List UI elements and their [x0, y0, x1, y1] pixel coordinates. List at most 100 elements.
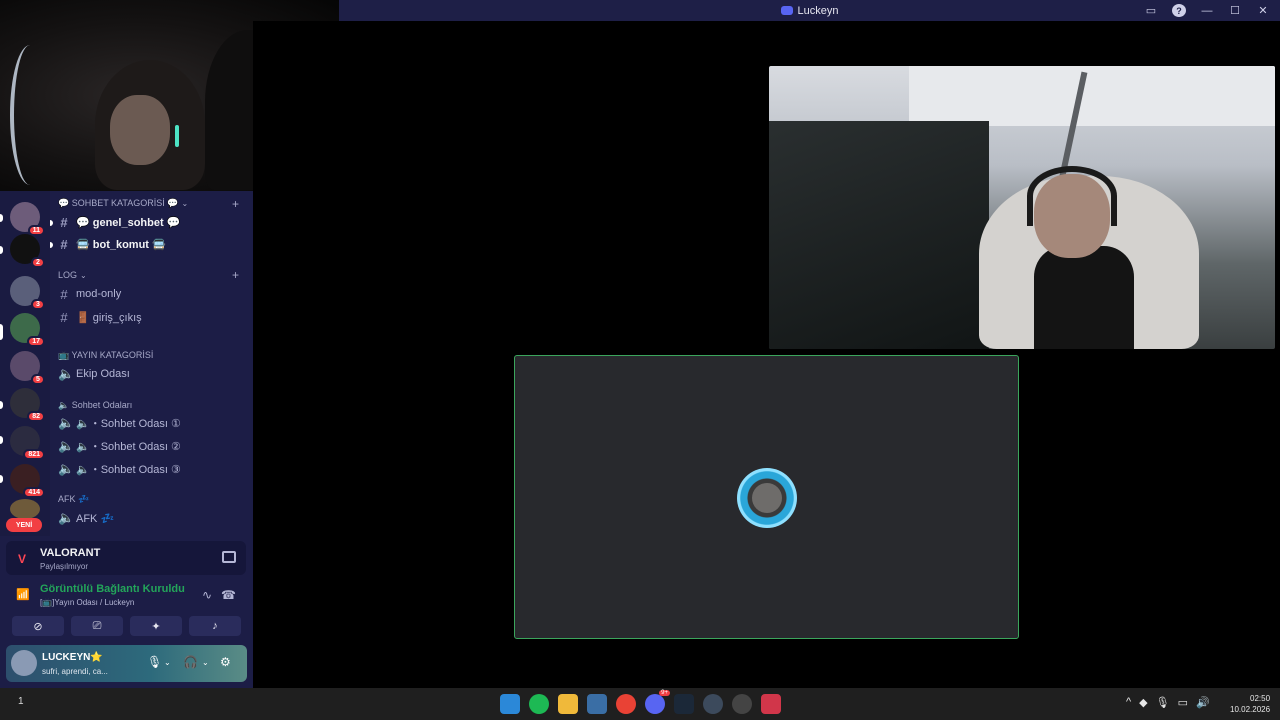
server-icon[interactable]: 17 [10, 313, 45, 347]
hash-icon: # [60, 286, 68, 302]
person-face [110, 95, 170, 165]
add-channel-icon[interactable]: + [232, 268, 239, 282]
category-log[interactable]: LOG ⌄ + [58, 268, 239, 282]
mention-badge: 17 [27, 336, 45, 347]
server-icon[interactable]: 414 [10, 464, 45, 498]
hash-icon: # [60, 236, 68, 252]
person-shirt [1034, 246, 1134, 349]
window-controls: ▭ ? — ☐ ✕ [1144, 0, 1270, 21]
activities-button[interactable]: ✦ [130, 616, 182, 636]
background-shelf [769, 121, 989, 349]
activities-icon: ✦ [151, 620, 161, 633]
system-tray: ^ ◆ 🎙 ▭ 🔊 [1126, 696, 1210, 709]
add-channel-icon[interactable]: + [232, 197, 239, 211]
volume-icon[interactable]: 🔊 [1196, 696, 1210, 709]
category-sohbet-odalari[interactable]: 🔈 Sohbet Odaları [58, 400, 132, 411]
server-icon[interactable] [10, 499, 40, 519]
discord-icon[interactable]: 9+ [645, 690, 670, 714]
server-icon[interactable]: 5 [10, 351, 45, 385]
category-sohbet[interactable]: 💬 SOHBET KATAGORİSİ 💬 ⌄ + [58, 197, 239, 211]
category-yayin[interactable]: 📺 YAYIN KATAGORİSİ [58, 350, 153, 361]
valorant-icon: V [18, 552, 27, 566]
date: 10.02.2026 [1230, 705, 1271, 714]
activity-card[interactable]: V VALORANT Paylaşılmıyor [6, 541, 246, 575]
server-icon[interactable]: 2 [10, 234, 45, 268]
mention-badge: 5 [31, 374, 45, 385]
taskbar-apps: 9+ [500, 690, 781, 714]
speaker-icon: 🔈 [58, 438, 75, 453]
mention-badge: 82 [27, 411, 45, 422]
participant-avatar-tile[interactable] [514, 355, 1019, 639]
valorant-icon[interactable] [761, 694, 781, 714]
user-panel: LUCKEYN⭐ sufri, aprendi, ca... 🎙 ⌄ 🎧 ⌄ ⚙ [6, 645, 247, 682]
time: 02:50 [1250, 694, 1271, 703]
unread-indicator [50, 242, 53, 248]
spotify-icon[interactable] [529, 694, 549, 714]
speaker-icon: 🔈 [58, 510, 75, 525]
channel-mod-only[interactable]: # mod-only [58, 284, 121, 304]
store-icon[interactable] [587, 694, 607, 714]
app-icon[interactable] [732, 694, 752, 714]
username[interactable]: LUCKEYN⭐ [42, 652, 103, 663]
server-icon[interactable]: 821 [10, 426, 45, 460]
connection-channel[interactable]: [📺]Yayın Odası / Luckeyn [40, 598, 134, 607]
app-icon[interactable] [703, 694, 723, 714]
disconnect-icon[interactable]: ☎ [221, 588, 236, 602]
voice-panel: V VALORANT Paylaşılmıyor 📶 Görüntülü Bağ… [0, 536, 253, 688]
gear-icon[interactable]: ⚙ [220, 655, 231, 669]
close-button[interactable]: ✕ [1256, 4, 1270, 17]
channel-giris-cikis[interactable]: # 🚪 giriş_çıkış [58, 307, 141, 327]
help-icon[interactable]: ? [1172, 4, 1186, 17]
steam-tray-icon[interactable]: ◆ [1139, 696, 1147, 709]
soundboard-button[interactable]: ♪ [189, 616, 241, 636]
display-icon[interactable]: ▭ [1178, 696, 1188, 709]
speaker-icon: 🔈 [58, 366, 75, 381]
channel-sohbet-odasi-1[interactable]: 🔈 🔈・Sohbet Odası ① [58, 413, 181, 433]
ring-light [10, 45, 50, 185]
server-icon[interactable]: 3 [10, 276, 45, 310]
camera-off-button[interactable]: ⊘ [12, 616, 64, 636]
windows-start-icon[interactable] [500, 694, 520, 714]
camera-off-icon: ⊘ [33, 620, 43, 633]
channel-afk[interactable]: 🔈 AFK 💤 [58, 508, 114, 528]
channel-genel-sohbet[interactable]: # 💬 genel_sohbet 💬 [58, 212, 180, 232]
server-icon[interactable]: 11 [10, 202, 45, 236]
chevron-up-icon[interactable]: ^ [1126, 696, 1131, 709]
avatar[interactable] [11, 650, 37, 676]
chevron-down-icon[interactable]: ⌄ [164, 658, 171, 667]
unread-indicator [0, 246, 3, 254]
activity-status: Paylaşılmıyor [40, 562, 89, 571]
chevron-down-icon: ⌄ [80, 270, 87, 280]
screen-share-icon[interactable] [222, 551, 236, 563]
screen-share-button[interactable]: ⎚ [71, 616, 123, 636]
headphones-icon[interactable]: 🎧 [183, 655, 198, 669]
channel-bot-komut[interactable]: # 🚍 bot_komut 🚍 [58, 234, 165, 254]
maximize-button[interactable]: ☐ [1228, 4, 1242, 17]
noise-suppression-icon[interactable]: ∿ [202, 588, 212, 602]
minimize-button[interactable]: — [1200, 5, 1214, 17]
microphone-icon[interactable]: 🎙 [1156, 696, 1170, 709]
channel-sohbet-odasi-3[interactable]: 🔈 🔈・Sohbet Odası ③ [58, 459, 181, 479]
taskbar: 1 9+ ^ ◆ 🎙 ▭ 🔊 02:50 10.02.2026 [0, 688, 1280, 720]
server-icon[interactable]: 82 [10, 388, 45, 422]
screen-share-icon: ⎚ [92, 619, 102, 632]
connection-status[interactable]: Görüntülü Bağlantı Kuruldu [40, 583, 185, 595]
chevron-down-icon[interactable]: ⌄ [202, 658, 209, 667]
discord-icon [780, 6, 793, 15]
microphone-icon[interactable]: 🎙 [147, 655, 162, 669]
category-afk[interactable]: AFK 💤 [58, 494, 89, 505]
channel-sohbet-odasi-2[interactable]: 🔈 🔈・Sohbet Odası ② [58, 436, 181, 456]
voice-action-buttons: ⊘ ⎚ ✦ ♪ [12, 616, 241, 636]
clock[interactable]: 02:50 10.02.2026 [1230, 693, 1270, 715]
new-servers-pill[interactable]: YENİ [6, 518, 42, 532]
participant-video-tile[interactable] [769, 66, 1275, 349]
channel-ekip-odasi[interactable]: 🔈 Ekip Odası [58, 364, 130, 384]
file-explorer-icon[interactable] [558, 694, 578, 714]
chrome-icon[interactable] [616, 694, 636, 714]
voice-connection: 📶 Görüntülü Bağlantı Kuruldu [📺]Yayın Od… [6, 579, 246, 611]
chevron-down-icon: ⌄ [181, 199, 189, 208]
selected-indicator [0, 324, 3, 340]
steam-icon[interactable] [674, 694, 694, 714]
mention-badge: 2 [31, 257, 45, 268]
inbox-icon[interactable]: ▭ [1144, 4, 1158, 17]
